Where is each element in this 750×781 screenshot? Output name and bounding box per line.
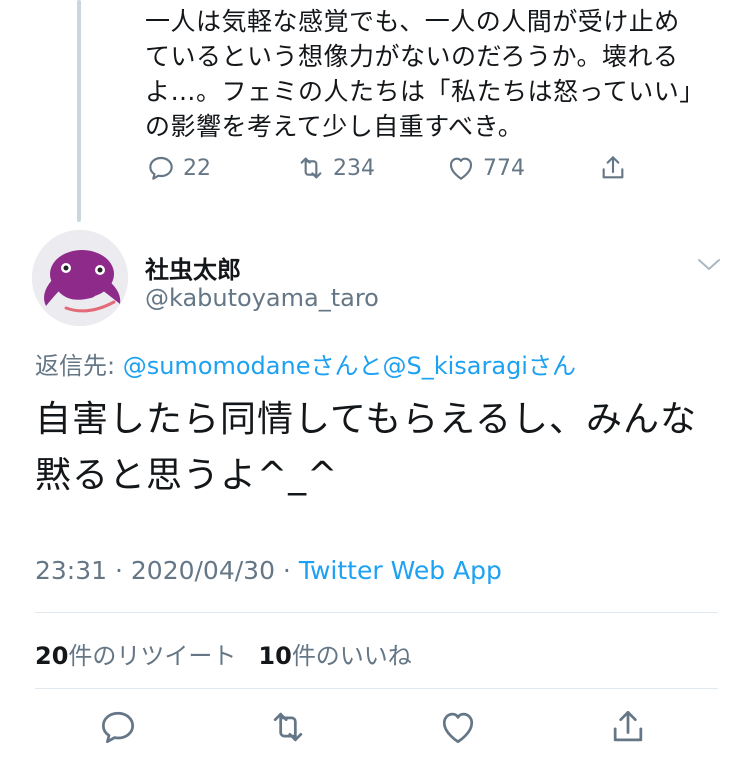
like-label: 件のいいね xyxy=(291,642,412,670)
divider-top xyxy=(35,612,718,613)
divider-bottom xyxy=(35,688,718,689)
chevron-down-icon[interactable] xyxy=(694,252,724,276)
octopus-avatar-image xyxy=(32,230,128,326)
parent-like-count: 774 xyxy=(483,155,525,181)
user-handle[interactable]: @kabutoyama_taro xyxy=(145,284,379,312)
like-icon xyxy=(442,712,474,744)
tweet-text: 自害したら同情してもらえるし、みんな黙ると思うよ^_^ xyxy=(35,399,698,496)
reply-icon xyxy=(149,156,173,180)
like-count: 10 xyxy=(258,642,292,670)
tweet-source[interactable]: Twitter Web App xyxy=(299,556,502,585)
share-icon xyxy=(613,710,643,742)
retweet-label: 件のリツイート xyxy=(68,642,237,670)
reply-to-suffix: さん xyxy=(527,352,576,380)
parent-reply-count: 22 xyxy=(183,155,211,181)
share-button[interactable] xyxy=(606,705,650,749)
retweet-icon xyxy=(300,157,322,179)
tweet-timestamp[interactable]: 23:31 · 2020/04/30 · xyxy=(35,556,299,585)
parent-tweet-text: 一人は気軽な感覚でも、一人の人間が受け止め ているという想像力がないのだろうか。… xyxy=(145,7,705,141)
reply-to-join: さんと xyxy=(310,352,383,380)
parent-share-button[interactable] xyxy=(597,152,629,184)
thread-line xyxy=(77,0,81,222)
parent-reply-button[interactable]: 22 xyxy=(145,152,211,184)
tweet-action-bar xyxy=(0,705,750,755)
parent-retweet-button[interactable]: 234 xyxy=(295,152,375,184)
retweet-stat[interactable]: 20件のリツイート xyxy=(35,636,236,671)
like-button[interactable] xyxy=(436,705,480,749)
reply-to-prefix: 返信先: xyxy=(35,352,123,380)
engagement-stats: 20件のリツイート 10件のいいね xyxy=(35,636,434,671)
parent-tweet-actions: 22 234 774 xyxy=(145,152,645,192)
reply-to-line: 返信先: @sumomodaneさんと@S_kisaragiさん xyxy=(35,346,576,381)
like-icon xyxy=(449,157,473,180)
reply-button[interactable] xyxy=(96,705,140,749)
retweet-icon xyxy=(273,712,303,742)
avatar[interactable] xyxy=(32,230,128,326)
share-icon xyxy=(602,156,624,179)
reply-to-user-s-kisaragi[interactable]: @S_kisaragi xyxy=(382,352,528,380)
retweet-button[interactable] xyxy=(266,705,310,749)
display-name[interactable]: 社虫太郎 xyxy=(145,250,241,285)
reply-to-user-sumomodane[interactable]: @sumomodane xyxy=(123,352,311,380)
like-stat[interactable]: 10件のいいね xyxy=(258,636,411,671)
parent-like-button[interactable]: 774 xyxy=(445,152,525,184)
tweet-meta: 23:31 · 2020/04/30 · Twitter Web App xyxy=(35,556,502,585)
retweet-count: 20 xyxy=(35,642,69,670)
parent-retweet-count: 234 xyxy=(333,155,375,181)
reply-icon xyxy=(101,711,135,744)
